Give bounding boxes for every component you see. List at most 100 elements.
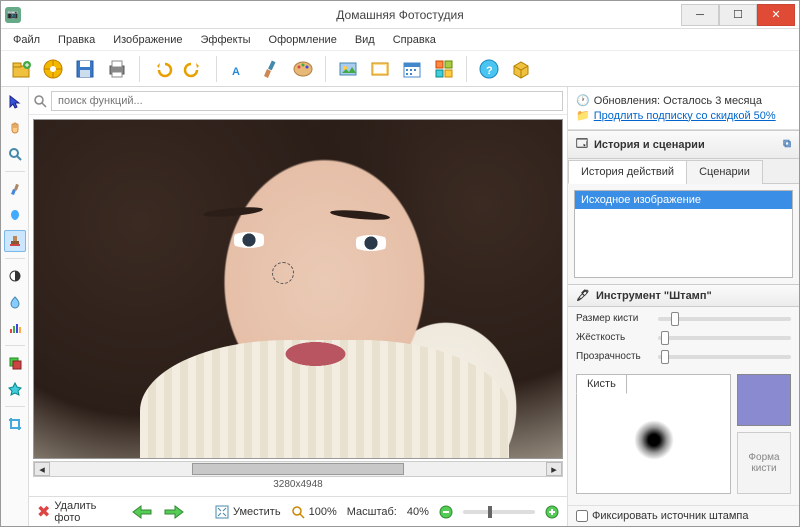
menu-help[interactable]: Справка bbox=[385, 32, 444, 48]
gallery-icon[interactable] bbox=[366, 55, 394, 83]
collage-icon[interactable] bbox=[430, 55, 458, 83]
zoom-in-button[interactable] bbox=[545, 505, 559, 519]
hardness-slider[interactable] bbox=[658, 336, 791, 340]
minimize-button[interactable]: ─ bbox=[681, 4, 719, 26]
window-title: Домашняя Фотостудия bbox=[1, 8, 799, 22]
menu-decoration[interactable]: Оформление bbox=[261, 32, 345, 48]
hardness-label: Жёсткость bbox=[576, 332, 652, 343]
search-bar bbox=[29, 87, 567, 115]
scroll-thumb[interactable] bbox=[192, 463, 403, 475]
fix-source-input[interactable] bbox=[576, 510, 588, 522]
fix-source-label: Фиксировать источник штампа bbox=[592, 510, 749, 522]
history-icon: 🗔 bbox=[576, 135, 588, 154]
zoom-100-button[interactable]: 100% bbox=[291, 505, 337, 519]
zoom-slider[interactable] bbox=[463, 510, 535, 514]
history-list[interactable]: Исходное изображение bbox=[574, 190, 793, 278]
brush-tab[interactable]: Кисть bbox=[576, 374, 627, 394]
menu-edit[interactable]: Правка bbox=[50, 32, 103, 48]
extend-link[interactable]: Продлить подписку со скидкой 50% bbox=[594, 110, 776, 122]
menu-effects[interactable]: Эффекты bbox=[193, 32, 259, 48]
palette-icon[interactable] bbox=[289, 55, 317, 83]
crop-tool[interactable] bbox=[4, 413, 26, 435]
brush-blob bbox=[634, 420, 674, 460]
zoom-out-button[interactable] bbox=[439, 505, 453, 519]
stamp-icon: 🖋 bbox=[576, 289, 590, 302]
undo-icon[interactable] bbox=[148, 55, 176, 83]
clock-icon: 🕐 bbox=[576, 94, 590, 107]
right-panel: 🕐 Обновления: Осталось 3 месяца 📁 Продлить… bbox=[567, 87, 799, 526]
pointer-tool[interactable] bbox=[4, 91, 26, 113]
frame-icon[interactable] bbox=[334, 55, 362, 83]
tool-panel-header: 🖋 Инструмент "Штамп" bbox=[568, 284, 799, 307]
updates-text: Обновления: Осталось 3 месяца bbox=[594, 95, 762, 107]
fix-source-checkbox[interactable]: Фиксировать источник штампа bbox=[568, 505, 799, 526]
close-button[interactable]: ✕ bbox=[757, 4, 795, 26]
canvas[interactable] bbox=[33, 119, 563, 459]
tool-panel-title: Инструмент "Штамп" bbox=[596, 290, 712, 302]
layers-tool[interactable] bbox=[4, 352, 26, 374]
hand-tool[interactable] bbox=[4, 117, 26, 139]
history-item[interactable]: Исходное изображение bbox=[575, 191, 792, 209]
save-icon[interactable] bbox=[71, 55, 99, 83]
levels-tool[interactable] bbox=[4, 317, 26, 339]
brush-cursor bbox=[272, 262, 294, 284]
effects-tool[interactable] bbox=[4, 378, 26, 400]
horizontal-scrollbar[interactable]: ◂ ▸ bbox=[33, 461, 563, 477]
menu-view[interactable]: Вид bbox=[347, 32, 383, 48]
calendar-icon[interactable] bbox=[398, 55, 426, 83]
search-icon bbox=[33, 94, 47, 108]
opacity-slider[interactable] bbox=[658, 355, 791, 359]
info-panel: 🕐 Обновления: Осталось 3 месяца 📁 Продлить… bbox=[568, 87, 799, 130]
text-icon[interactable]: A bbox=[225, 55, 253, 83]
delete-photo-button[interactable]: ✖Удалить фото bbox=[37, 500, 101, 524]
catalog-icon[interactable] bbox=[39, 55, 67, 83]
help-icon[interactable]: ? bbox=[475, 55, 503, 83]
brush-icon[interactable] bbox=[257, 55, 285, 83]
maximize-button[interactable]: ☐ bbox=[719, 4, 757, 26]
scroll-left-icon[interactable]: ◂ bbox=[34, 462, 50, 476]
scale-value: 40% bbox=[407, 506, 429, 518]
prev-button[interactable] bbox=[131, 504, 153, 520]
zoom-tool[interactable] bbox=[4, 143, 26, 165]
history-tabs: История действий Сценарии bbox=[568, 159, 799, 184]
brush-size-slider[interactable] bbox=[658, 317, 791, 321]
canvas-dimensions: 3280x4948 bbox=[33, 477, 563, 492]
brush-color[interactable] bbox=[737, 374, 791, 426]
history-panel-header: 🗔 История и сценарии ⧉ bbox=[568, 130, 799, 159]
blur-tool[interactable] bbox=[4, 291, 26, 313]
open-icon[interactable] bbox=[7, 55, 35, 83]
print-icon[interactable] bbox=[103, 55, 131, 83]
search-input[interactable] bbox=[51, 91, 563, 111]
tool-panel-body: Размер кисти Жёсткость Прозрачность Кист… bbox=[568, 307, 799, 505]
folder-icon: 📁 bbox=[576, 109, 590, 122]
titlebar: 📷 Домашняя Фотостудия ─ ☐ ✕ bbox=[1, 1, 799, 29]
menu-image[interactable]: Изображение bbox=[105, 32, 190, 48]
box-icon[interactable] bbox=[507, 55, 535, 83]
brush-preview: Кисть bbox=[576, 374, 731, 494]
bottom-bar: ✖Удалить фото Уместить 100% Масштаб: 40% bbox=[29, 496, 567, 526]
fit-button[interactable]: Уместить bbox=[215, 505, 281, 519]
redo-icon[interactable] bbox=[180, 55, 208, 83]
photo-image bbox=[34, 120, 562, 458]
left-toolbar bbox=[1, 87, 29, 526]
scale-label: Масштаб: bbox=[347, 506, 397, 518]
tab-history[interactable]: История действий bbox=[568, 160, 687, 184]
delete-icon: ✖ bbox=[37, 502, 50, 522]
history-panel-title: История и сценарии bbox=[594, 139, 705, 151]
contrast-tool[interactable] bbox=[4, 265, 26, 287]
menu-file[interactable]: Файл bbox=[5, 32, 48, 48]
brush-tool[interactable] bbox=[4, 178, 26, 200]
menubar: Файл Правка Изображение Эффекты Оформлен… bbox=[1, 29, 799, 51]
svg-text:?: ? bbox=[486, 65, 493, 77]
next-button[interactable] bbox=[163, 504, 185, 520]
svg-text:A: A bbox=[232, 66, 240, 78]
main-toolbar: A ? bbox=[1, 51, 799, 87]
scroll-right-icon[interactable]: ▸ bbox=[546, 462, 562, 476]
collapse-icon[interactable]: ⧉ bbox=[783, 138, 791, 151]
brush-shape-button[interactable]: Форма кисти bbox=[737, 432, 791, 494]
brush-size-label: Размер кисти bbox=[576, 313, 652, 324]
stamp-tool[interactable] bbox=[4, 230, 26, 252]
tab-scenarios[interactable]: Сценарии bbox=[686, 160, 763, 184]
smudge-tool[interactable] bbox=[4, 204, 26, 226]
opacity-label: Прозрачность bbox=[576, 351, 652, 362]
